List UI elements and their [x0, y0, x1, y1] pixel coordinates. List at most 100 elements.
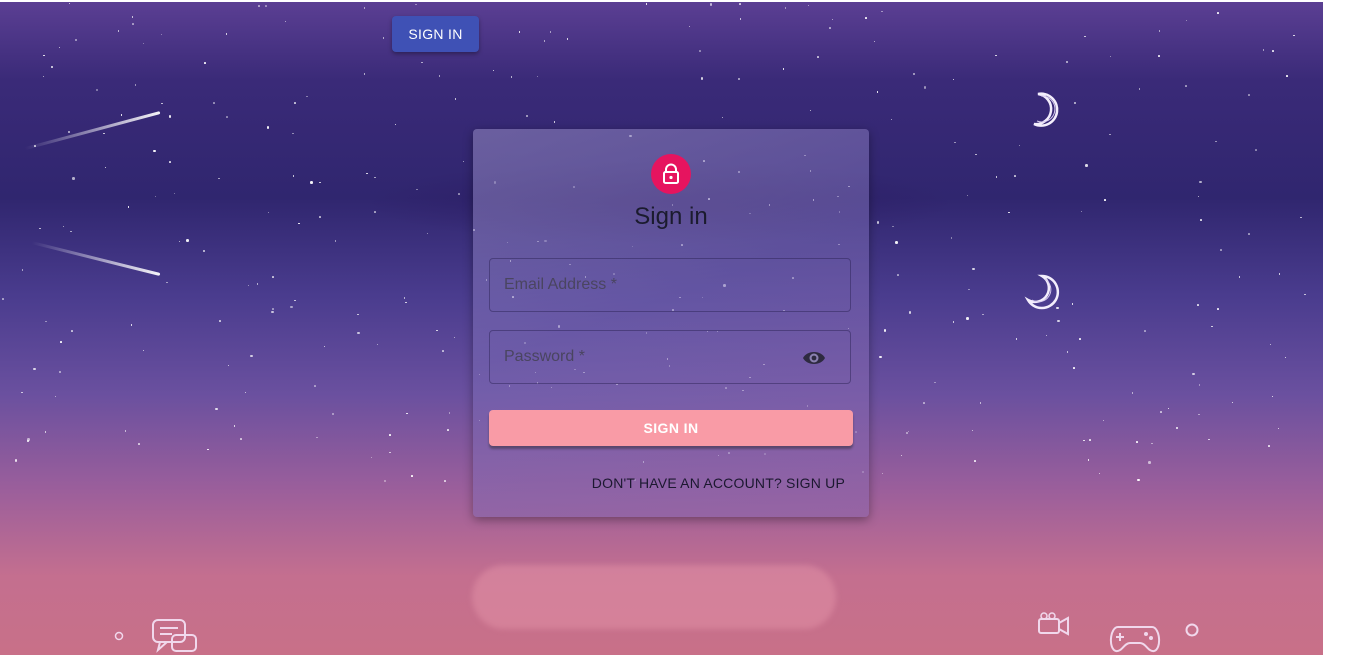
- star: [1079, 338, 1081, 340]
- star: [1185, 85, 1187, 87]
- star: [700, 77, 704, 80]
- star: [294, 102, 296, 104]
- star: [44, 431, 47, 433]
- star: [310, 181, 313, 184]
- star: [1018, 144, 1021, 147]
- star: [27, 438, 30, 441]
- star: [1286, 75, 1288, 77]
- star: [403, 297, 406, 299]
- star: [1014, 175, 1016, 177]
- star: [95, 88, 99, 92]
- star: [103, 132, 105, 135]
- star: [807, 4, 810, 7]
- star: [1198, 384, 1201, 386]
- star: [319, 181, 321, 184]
- star: [1104, 199, 1106, 201]
- star: [890, 118, 893, 121]
- sign-in-card: Sign in SIGN IN DON'T HAVE AN ACCOUNT? S…: [473, 129, 869, 517]
- star: [406, 412, 408, 415]
- star: [907, 430, 910, 433]
- star: [438, 75, 441, 77]
- star: [1277, 427, 1279, 429]
- star: [1197, 304, 1199, 306]
- star: [1293, 34, 1295, 37]
- star: [319, 216, 321, 218]
- star: [1175, 426, 1179, 430]
- star: [265, 5, 267, 7]
- star: [1137, 478, 1140, 481]
- star: [1098, 472, 1101, 475]
- star: [374, 211, 376, 213]
- email-field: [489, 258, 851, 312]
- star: [60, 341, 62, 343]
- star: [876, 91, 879, 93]
- star: [1015, 338, 1018, 340]
- star: [721, 116, 724, 119]
- star: [266, 126, 270, 129]
- star: [272, 276, 274, 278]
- star: [1158, 30, 1161, 32]
- star: [1073, 101, 1077, 105]
- star: [979, 402, 982, 404]
- star: [1160, 411, 1162, 413]
- password-input[interactable]: [490, 331, 850, 383]
- star: [1087, 459, 1090, 461]
- star: [809, 109, 812, 112]
- star: [784, 7, 787, 9]
- star: [1208, 438, 1210, 441]
- header-sign-in-button[interactable]: SIGN IN: [392, 16, 479, 52]
- star: [912, 72, 916, 76]
- star: [389, 434, 391, 436]
- star: [1269, 343, 1272, 346]
- star: [130, 324, 133, 326]
- shooting-star: [24, 111, 161, 151]
- star: [966, 194, 969, 197]
- star: [314, 385, 316, 387]
- star: [1255, 149, 1257, 151]
- star: [272, 308, 274, 310]
- star: [1089, 439, 1091, 441]
- star: [1151, 442, 1153, 445]
- star: [124, 430, 127, 432]
- star: [71, 330, 73, 332]
- star: [442, 350, 444, 352]
- star: [1083, 439, 1085, 442]
- star: [458, 193, 460, 195]
- star: [202, 249, 205, 252]
- star: [454, 98, 457, 100]
- sign-up-link[interactable]: DON'T HAVE AN ACCOUNT? SIGN UP: [592, 475, 845, 491]
- star: [892, 225, 894, 228]
- star: [688, 25, 691, 28]
- star: [58, 46, 61, 49]
- star: [1185, 19, 1188, 22]
- star: [923, 402, 925, 404]
- star: [1197, 195, 1200, 198]
- star: [153, 149, 156, 153]
- star: [127, 206, 129, 208]
- eye-icon[interactable]: [802, 347, 826, 369]
- star: [881, 10, 883, 13]
- star: [271, 310, 274, 314]
- star: [374, 176, 376, 179]
- star: [160, 33, 163, 36]
- star: [1131, 392, 1134, 394]
- star: [1231, 401, 1234, 404]
- email-input[interactable]: [490, 259, 850, 311]
- star: [58, 370, 62, 374]
- sign-in-submit-button[interactable]: SIGN IN: [489, 410, 853, 446]
- star: [1158, 55, 1160, 57]
- star: [1304, 293, 1306, 296]
- star: [444, 480, 446, 482]
- star: [883, 329, 887, 332]
- star: [1217, 12, 1219, 14]
- star: [699, 50, 701, 52]
- star: [219, 320, 221, 322]
- glow-highlight: [472, 565, 836, 629]
- star: [952, 78, 955, 81]
- star: [298, 222, 300, 225]
- star: [1271, 395, 1274, 398]
- star: [43, 54, 45, 57]
- star: [971, 429, 974, 432]
- avatar: [651, 154, 691, 194]
- password-field: [489, 330, 851, 384]
